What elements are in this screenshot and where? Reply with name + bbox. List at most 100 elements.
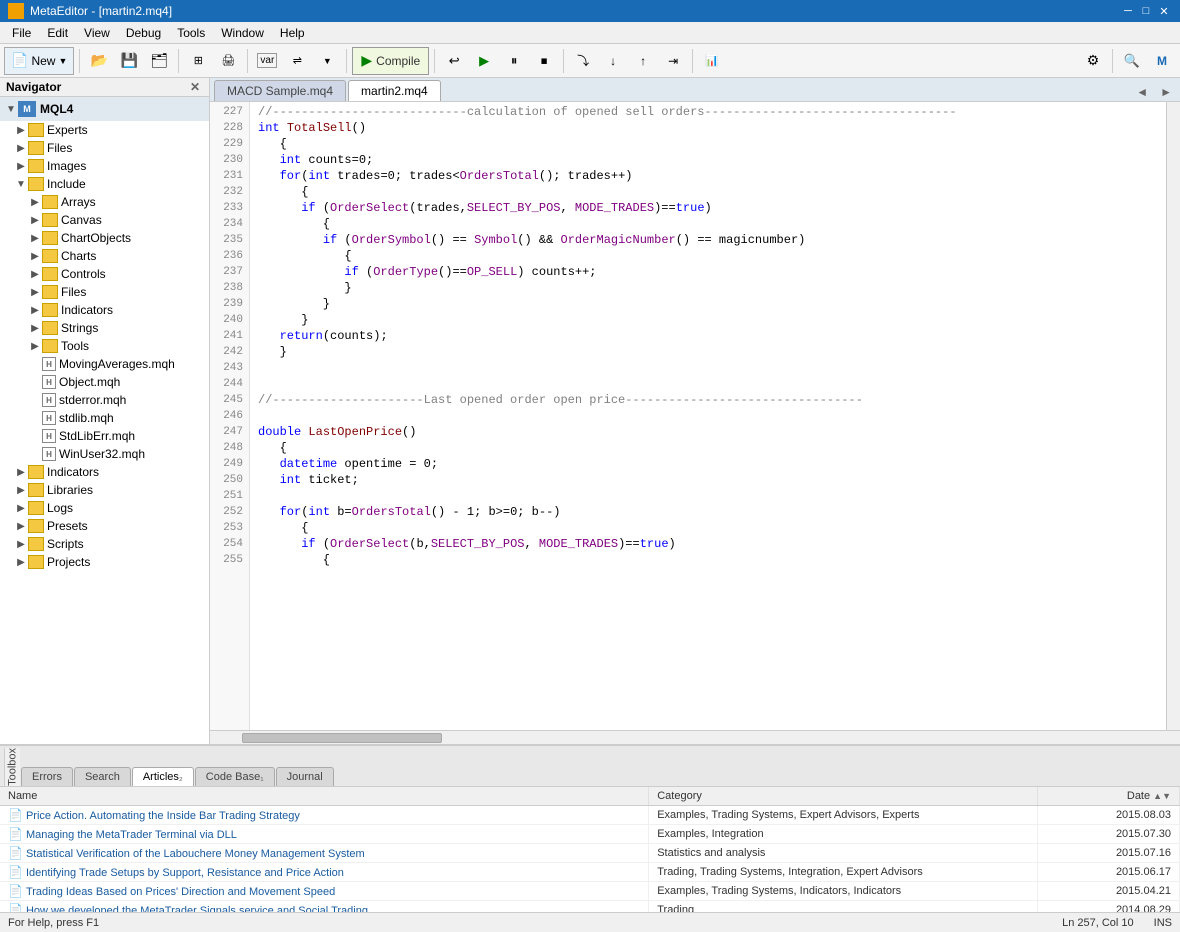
nav-item-stderror[interactable]: H stderror.mqh bbox=[0, 391, 209, 409]
run-button[interactable]: ▶ bbox=[470, 47, 498, 75]
table-row[interactable]: 📄Identifying Trade Setups by Support, Re… bbox=[0, 862, 1180, 881]
article-name-cell[interactable]: 📄Statistical Verification of the Labouch… bbox=[0, 843, 649, 862]
code-editor[interactable]: //---------------------------calculation… bbox=[250, 102, 1166, 730]
nav-item-images[interactable]: ▶ Images bbox=[0, 157, 209, 175]
nav-item-presets[interactable]: ▶ Presets bbox=[0, 517, 209, 535]
search-toolbar-button[interactable]: 🔍 bbox=[1118, 47, 1146, 75]
controls-expand-icon: ▶ bbox=[28, 269, 42, 280]
nav-item-indicators[interactable]: ▶ Indicators bbox=[0, 463, 209, 481]
minimize-button[interactable]: ─ bbox=[1120, 3, 1136, 19]
nav-item-experts-label: Experts bbox=[47, 123, 88, 137]
navigator-close-button[interactable]: ✕ bbox=[187, 80, 203, 94]
nav-item-strings[interactable]: ▶ Strings bbox=[0, 319, 209, 337]
table-row[interactable]: 📄Statistical Verification of the Labouch… bbox=[0, 843, 1180, 862]
view-button[interactable]: ⊞ bbox=[184, 47, 212, 75]
nav-item-projects[interactable]: ▶ Projects bbox=[0, 553, 209, 571]
step-out-button[interactable]: ↑ bbox=[629, 47, 657, 75]
files1-expand-icon: ▶ bbox=[14, 143, 28, 154]
nav-item-indicators-include[interactable]: ▶ Indicators bbox=[0, 301, 209, 319]
nav-item-logs[interactable]: ▶ Logs bbox=[0, 499, 209, 517]
nav-item-movingaverages[interactable]: H MovingAverages.mqh bbox=[0, 355, 209, 373]
article-category-cell: Examples, Trading Systems, Indicators, I… bbox=[649, 881, 1038, 900]
tab-next-button[interactable]: ► bbox=[1156, 83, 1176, 101]
nav-tree[interactable]: ▼ M MQL4 ▶ Experts ▶ Files ▶ Images bbox=[0, 97, 209, 744]
tab-prev-button[interactable]: ◄ bbox=[1132, 83, 1152, 101]
menu-window[interactable]: Window bbox=[213, 24, 272, 42]
nav-item-object-mqh[interactable]: H Object.mqh bbox=[0, 373, 209, 391]
doc-icon: 📄 bbox=[8, 808, 23, 822]
nav-item-winuser32[interactable]: H WinUser32.mqh bbox=[0, 445, 209, 463]
stop-button[interactable]: ⏹ bbox=[530, 47, 558, 75]
tab-search[interactable]: Search bbox=[74, 767, 131, 786]
save-all-button[interactable]: 🗂 bbox=[145, 47, 173, 75]
article-name-cell[interactable]: 📄Price Action. Automating the Inside Bar… bbox=[0, 805, 649, 824]
new-button[interactable]: 📄 New ▼ bbox=[4, 47, 74, 75]
nav-item-tools-include[interactable]: ▶ Tools bbox=[0, 337, 209, 355]
nav-item-canvas[interactable]: ▶ Canvas bbox=[0, 211, 209, 229]
snippet-dropdown[interactable]: ▼ bbox=[313, 47, 341, 75]
menu-view[interactable]: View bbox=[76, 24, 118, 42]
mql5-button[interactable]: M bbox=[1148, 47, 1176, 75]
article-name-cell[interactable]: 📄Managing the MetaTrader Terminal via DL… bbox=[0, 824, 649, 843]
nav-item-charts[interactable]: ▶ Charts bbox=[0, 247, 209, 265]
horizontal-scrollbar[interactable] bbox=[210, 730, 1180, 744]
article-name-cell[interactable]: 📄Trading Ideas Based on Prices' Directio… bbox=[0, 881, 649, 900]
vertical-scrollbar[interactable] bbox=[1166, 102, 1180, 730]
horizontal-scroll-thumb[interactable] bbox=[242, 733, 442, 743]
nav-item-controls[interactable]: ▶ Controls bbox=[0, 265, 209, 283]
menu-tools[interactable]: Tools bbox=[169, 24, 213, 42]
step-into-button[interactable]: ↓ bbox=[599, 47, 627, 75]
article-name-cell[interactable]: 📄How we developed the MetaTrader Signals… bbox=[0, 900, 649, 912]
pause-icon: ⏸ bbox=[511, 53, 518, 69]
compile-button[interactable]: ▶ Compile bbox=[352, 47, 429, 75]
nav-item-libraries[interactable]: ▶ Libraries bbox=[0, 481, 209, 499]
print-button[interactable]: 🖨 bbox=[214, 47, 242, 75]
format-button[interactable]: ⇌ bbox=[283, 47, 311, 75]
nav-item-chartobjects[interactable]: ▶ ChartObjects bbox=[0, 229, 209, 247]
var-button[interactable]: var bbox=[253, 47, 281, 75]
nav-item-arrays[interactable]: ▶ Arrays bbox=[0, 193, 209, 211]
menu-edit[interactable]: Edit bbox=[39, 24, 76, 42]
nav-item-stdliberr[interactable]: H StdLibErr.mqh bbox=[0, 427, 209, 445]
pause-button[interactable]: ⏸ bbox=[500, 47, 528, 75]
tab-errors[interactable]: Errors bbox=[21, 767, 73, 786]
open-button[interactable]: 📂 bbox=[85, 47, 113, 75]
toolbox-sidebar[interactable]: Toolbox bbox=[4, 748, 20, 786]
menu-debug[interactable]: Debug bbox=[118, 24, 169, 42]
nav-item-files-include[interactable]: ▶ Files bbox=[0, 283, 209, 301]
tab-macd[interactable]: MACD Sample.mq4 bbox=[214, 80, 346, 101]
toolbar-separator-7 bbox=[692, 49, 693, 73]
code-view[interactable]: 227 228 229 230 231 232 233 234 235 236 … bbox=[210, 102, 1180, 730]
save-button[interactable]: 💾 bbox=[115, 47, 143, 75]
tab-codebase[interactable]: Code Base₁ bbox=[195, 767, 275, 786]
save-icon: 💾 bbox=[121, 52, 138, 69]
menu-file[interactable]: File bbox=[4, 24, 39, 42]
nav-item-files-1[interactable]: ▶ Files bbox=[0, 139, 209, 157]
jump-button[interactable]: ⇥ bbox=[659, 47, 687, 75]
undo-button[interactable]: ↩ bbox=[440, 47, 468, 75]
table-row[interactable]: 📄Managing the MetaTrader Terminal via DL… bbox=[0, 824, 1180, 843]
article-name-cell[interactable]: 📄Identifying Trade Setups by Support, Re… bbox=[0, 862, 649, 881]
nav-item-experts[interactable]: ▶ Experts bbox=[0, 121, 209, 139]
nav-item-stdlib[interactable]: H stdlib.mqh bbox=[0, 409, 209, 427]
chart-button[interactable]: 📊 bbox=[698, 47, 726, 75]
table-row[interactable]: 📄Trading Ideas Based on Prices' Directio… bbox=[0, 881, 1180, 900]
help-text: For Help, press F1 bbox=[8, 917, 99, 929]
col-header-date[interactable]: Date ▲▼ bbox=[1038, 787, 1180, 806]
table-row[interactable]: 📄How we developed the MetaTrader Signals… bbox=[0, 900, 1180, 912]
step-over-button[interactable]: ⤵ bbox=[569, 47, 597, 75]
save-all-icon: 🗂 bbox=[150, 52, 168, 69]
tab-martin2[interactable]: martin2.mq4 bbox=[348, 80, 441, 101]
tab-articles[interactable]: Articles₂ bbox=[132, 767, 194, 786]
table-row[interactable]: 📄Price Action. Automating the Inside Bar… bbox=[0, 805, 1180, 824]
new-dropdown-icon[interactable]: ▼ bbox=[58, 56, 67, 66]
close-button[interactable]: ✕ bbox=[1156, 3, 1172, 19]
menu-help[interactable]: Help bbox=[272, 24, 313, 42]
tab-journal[interactable]: Journal bbox=[276, 767, 334, 786]
nav-root-mql4[interactable]: ▼ M MQL4 bbox=[0, 97, 209, 121]
settings-button[interactable]: ⚙ bbox=[1079, 47, 1107, 75]
nav-item-include[interactable]: ▼ Include bbox=[0, 175, 209, 193]
view-icon: ⊞ bbox=[194, 54, 203, 67]
nav-item-scripts[interactable]: ▶ Scripts bbox=[0, 535, 209, 553]
maximize-button[interactable]: □ bbox=[1138, 3, 1154, 19]
